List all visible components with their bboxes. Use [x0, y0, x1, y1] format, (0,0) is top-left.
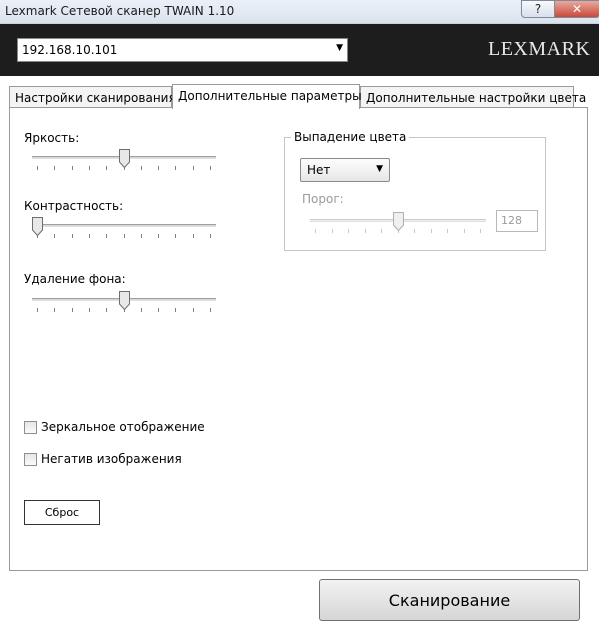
mirror-checkbox-row[interactable]: Зеркальное отображение: [24, 420, 205, 434]
scan-button[interactable]: Сканирование: [319, 579, 580, 621]
slider-tick: [89, 234, 90, 238]
mirror-checkbox[interactable]: [24, 420, 37, 434]
slider-tick: [37, 308, 38, 312]
slider-tick: [210, 166, 211, 170]
mirror-checkbox-label: Зеркальное отображение: [41, 420, 205, 434]
window-title: Lexmark Сетевой сканер TWAIN 1.10: [5, 4, 235, 18]
slider-tick: [365, 229, 366, 233]
chevron-down-icon: ▼: [376, 164, 383, 174]
slider-tick: [106, 234, 107, 238]
slider-tick: [315, 229, 316, 233]
slider-tick: [175, 166, 176, 170]
slider-thumb[interactable]: [32, 217, 43, 236]
scanner-address-value: 192.168.10.101: [22, 43, 118, 57]
slider-tick: [447, 229, 448, 233]
contrast-label: Контрастность:: [24, 199, 124, 213]
header-bar: 192.168.10.101 ▼ LEXMARK: [0, 24, 599, 76]
slider-tick: [89, 166, 90, 170]
threshold-slider: [310, 212, 486, 238]
slider-thumb[interactable]: [119, 149, 130, 168]
slider-tick: [158, 308, 159, 312]
slider-tick: [106, 166, 107, 170]
threshold-label: Порог:: [302, 192, 344, 206]
negative-checkbox[interactable]: [24, 452, 37, 466]
negative-checkbox-label: Негатив изображения: [41, 452, 182, 466]
threshold-input: 128: [496, 210, 538, 232]
brightness-label: Яркость:: [24, 131, 80, 145]
slider-tick: [72, 308, 73, 312]
slider-tick: [124, 234, 125, 238]
title-bar: Lexmark Сетевой сканер TWAIN 1.10 ? ✕: [0, 0, 599, 24]
slider-tick: [54, 166, 55, 170]
close-button[interactable]: ✕: [554, 0, 599, 18]
slider-tick: [72, 166, 73, 170]
slider-tick: [210, 308, 211, 312]
negative-checkbox-row[interactable]: Негатив изображения: [24, 452, 182, 466]
color-dropout-group: Выпадение цвета Нет ▼ Порог: 128: [284, 130, 546, 251]
scanner-address-select[interactable]: 192.168.10.101 ▼: [17, 38, 348, 62]
slider-tick: [72, 234, 73, 238]
background-removal-slider[interactable]: [32, 291, 216, 317]
slider-tick: [106, 308, 107, 312]
slider-tick: [175, 308, 176, 312]
slider-tick: [332, 229, 333, 233]
slider-tick: [141, 234, 142, 238]
slider-thumb[interactable]: [119, 291, 130, 310]
slider-tick: [141, 308, 142, 312]
slider-tick: [158, 166, 159, 170]
slider-tick: [464, 229, 465, 233]
tab-scan-settings[interactable]: Настройки сканирования: [9, 86, 176, 108]
color-dropout-select[interactable]: Нет ▼: [300, 158, 390, 182]
contrast-slider[interactable]: [32, 217, 216, 243]
slider-tick: [158, 234, 159, 238]
window-controls: ? ✕: [521, 0, 599, 18]
color-dropout-value: Нет: [307, 163, 331, 177]
slider-tick: [193, 166, 194, 170]
slider-tick: [193, 308, 194, 312]
slider-tick: [89, 308, 90, 312]
chevron-down-icon: ▼: [336, 43, 343, 53]
slider-tick: [54, 308, 55, 312]
color-dropout-legend: Выпадение цвета: [291, 130, 410, 144]
slider-tick: [381, 229, 382, 233]
slider-track: [32, 224, 216, 227]
tab-advanced-color-settings[interactable]: Дополнительные настройки цвета: [360, 86, 586, 108]
reset-button[interactable]: Сброс: [24, 500, 100, 525]
help-button[interactable]: ?: [521, 0, 554, 18]
background-removal-label: Удаление фона:: [24, 272, 126, 286]
slider-tick: [193, 234, 194, 238]
slider-thumb: [393, 212, 404, 231]
advanced-options-panel: Яркость: Контрастность: Удаление фона: В…: [9, 107, 588, 571]
slider-ticks: [32, 234, 216, 238]
slider-tick: [210, 234, 211, 238]
tab-advanced-options[interactable]: Дополнительные параметры: [172, 84, 362, 109]
slider-tick: [431, 229, 432, 233]
slider-tick: [37, 166, 38, 170]
slider-tick: [480, 229, 481, 233]
slider-tick: [348, 229, 349, 233]
lexmark-logo: LEXMARK: [488, 38, 591, 60]
slider-tick: [175, 234, 176, 238]
slider-tick: [414, 229, 415, 233]
slider-tick: [141, 166, 142, 170]
slider-tick: [54, 234, 55, 238]
brightness-slider[interactable]: [32, 149, 216, 175]
